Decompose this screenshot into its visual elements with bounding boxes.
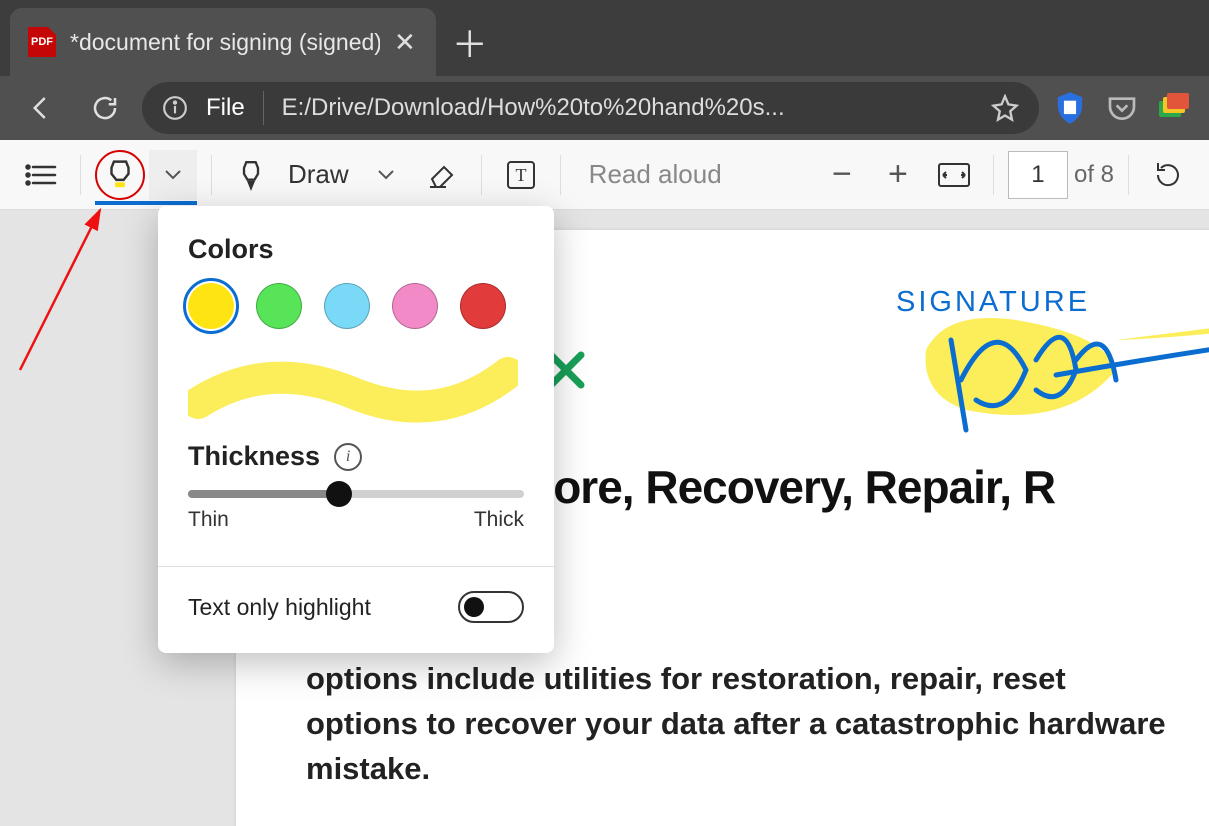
tab-title: *document for signing (signed).p <box>70 29 380 56</box>
address-bar[interactable]: File E:/Drive/Download/How%20to%20hand%2… <box>142 82 1039 134</box>
back-button[interactable] <box>14 84 68 132</box>
draw-button[interactable] <box>226 150 276 200</box>
address-bar-row: File E:/Drive/Download/How%20to%20hand%2… <box>0 76 1209 140</box>
add-text-button[interactable]: T <box>496 150 546 200</box>
erase-button[interactable] <box>417 150 467 200</box>
fit-width-button[interactable] <box>929 150 979 200</box>
slider-thumb[interactable] <box>326 481 352 507</box>
pdf-toolbar: Draw T Read aloud − + of 8 <box>0 140 1209 210</box>
thickness-heading: Thickness <box>188 441 320 472</box>
color-swatch-yellow[interactable] <box>188 283 234 329</box>
document-body-text: options include utilities for restoratio… <box>306 657 1166 792</box>
info-icon[interactable]: i <box>334 443 362 471</box>
zoom-in-button[interactable]: + <box>873 150 923 200</box>
color-swatch-row <box>188 283 524 329</box>
draw-options-dropdown[interactable] <box>361 150 411 200</box>
color-swatch-green[interactable] <box>256 283 302 329</box>
separator <box>263 91 264 125</box>
address-scheme-label: File <box>206 94 245 122</box>
slider-min-label: Thin <box>188 508 229 532</box>
pocket-icon[interactable] <box>1101 92 1143 124</box>
page-count-label: of 8 <box>1074 161 1114 189</box>
folders-icon[interactable] <box>1153 93 1195 123</box>
color-swatch-red[interactable] <box>460 283 506 329</box>
read-aloud-button[interactable]: Read aloud <box>575 159 736 190</box>
slider-max-label: Thick <box>474 508 524 532</box>
page-number-input[interactable] <box>1008 151 1068 199</box>
separator <box>1128 155 1129 195</box>
extension-shield-icon[interactable] <box>1049 91 1091 125</box>
stroke-preview <box>188 353 518 423</box>
text-only-highlight-toggle[interactable] <box>458 591 524 623</box>
colors-heading: Colors <box>188 234 524 265</box>
separator <box>481 155 482 195</box>
signature-drawing <box>906 280 1209 450</box>
highlight-button[interactable] <box>95 150 145 200</box>
site-info-icon[interactable] <box>162 95 188 121</box>
draw-label: Draw <box>288 159 349 190</box>
highlight-tool-group <box>95 149 197 205</box>
highlight-options-dropdown[interactable] <box>149 150 197 200</box>
browser-tab[interactable]: PDF *document for signing (signed).p ✕ <box>10 8 436 76</box>
color-swatch-blue[interactable] <box>324 283 370 329</box>
text-only-highlight-label: Text only highlight <box>188 594 371 621</box>
separator <box>560 155 561 195</box>
separator <box>80 155 81 195</box>
close-tab-button[interactable]: ✕ <box>394 27 416 58</box>
favorite-star-icon[interactable] <box>991 94 1019 122</box>
thickness-slider[interactable] <box>188 490 524 498</box>
new-tab-button[interactable]: ＋ <box>436 8 504 76</box>
contents-button[interactable] <box>16 150 66 200</box>
separator <box>211 155 212 195</box>
separator <box>993 155 994 195</box>
reload-button[interactable] <box>78 84 132 132</box>
tab-strip: PDF *document for signing (signed).p ✕ ＋ <box>0 0 1209 76</box>
svg-text:T: T <box>515 165 526 185</box>
pdf-file-icon: PDF <box>28 27 56 57</box>
highlight-options-panel: Colors Thickness i Thin Thick Text only … <box>158 206 554 653</box>
color-swatch-pink[interactable] <box>392 283 438 329</box>
address-path: E:/Drive/Download/How%20to%20hand%20s... <box>282 94 973 122</box>
zoom-out-button[interactable]: − <box>817 150 867 200</box>
rotate-button[interactable] <box>1143 150 1193 200</box>
